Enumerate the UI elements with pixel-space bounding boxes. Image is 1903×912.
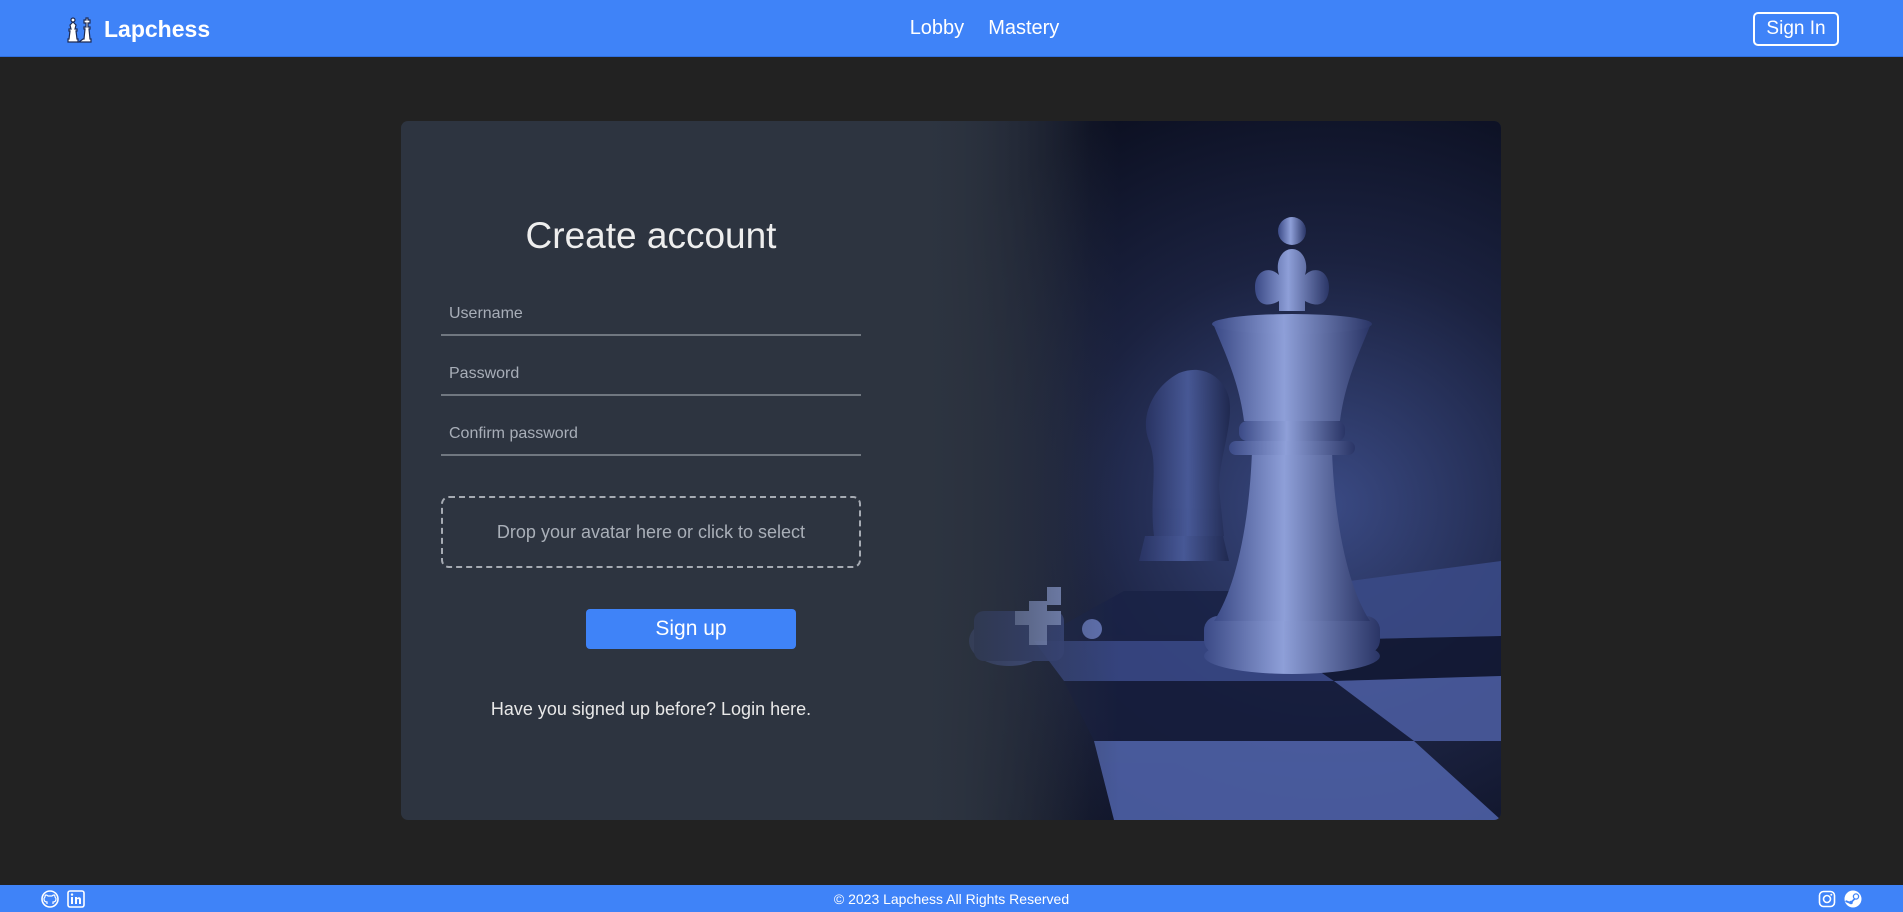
- main-nav: Lobby Mastery: [0, 17, 1903, 40]
- nav-link-mastery[interactable]: Mastery: [988, 17, 1059, 40]
- chess-king-illustration: [914, 121, 1501, 820]
- nav-link-lobby[interactable]: Lobby: [910, 17, 965, 40]
- dropzone-label: Drop your avatar here or click to select: [496, 521, 806, 542]
- footer: © 2023 Lapchess All Rights Reserved: [0, 885, 1903, 912]
- copyright-text: © 2023 Lapchess All Rights Reserved: [833, 891, 1070, 907]
- username-input[interactable]: [441, 294, 861, 336]
- sign-in-button[interactable]: Sign In: [1753, 12, 1839, 46]
- top-navbar: Lapchess Lobby Mastery Sign In: [0, 0, 1903, 57]
- avatar-dropzone[interactable]: Drop your avatar here or click to select: [441, 496, 861, 568]
- sign-up-button[interactable]: Sign up: [586, 609, 796, 649]
- form-fields: Drop your avatar here or click to select…: [441, 0, 861, 912]
- hero-image: [914, 121, 1501, 820]
- social-links-right: [1817, 889, 1863, 909]
- password-input[interactable]: [441, 354, 861, 396]
- login-link[interactable]: Have you signed up before? Login here.: [441, 699, 861, 720]
- steam-icon[interactable]: [1843, 889, 1863, 909]
- instagram-icon[interactable]: [1817, 889, 1837, 909]
- confirm-password-input[interactable]: [441, 414, 861, 456]
